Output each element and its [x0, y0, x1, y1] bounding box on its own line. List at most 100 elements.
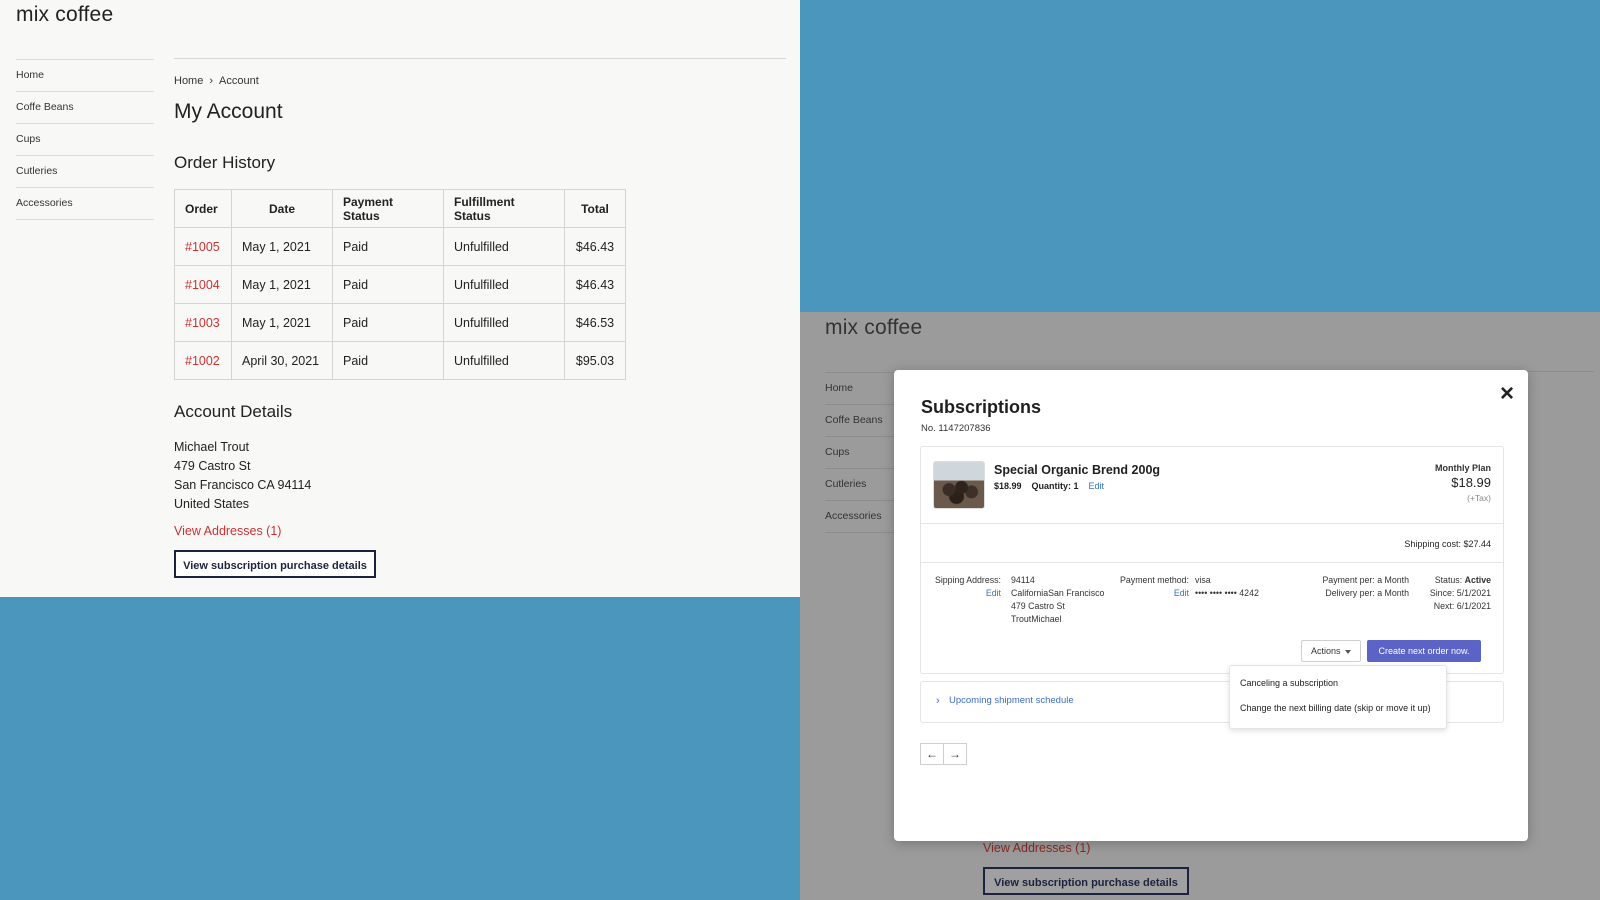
next-arrow-icon[interactable]: →: [943, 743, 967, 765]
shipping-address-label: Sipping Address:: [934, 575, 1001, 585]
shipping-recipient: TroutMichael: [1011, 614, 1062, 624]
brand-logo: mix coffee: [825, 316, 923, 339]
order-total: $95.03: [564, 341, 626, 380]
pagination: ← →: [920, 743, 968, 765]
account-country: United States: [174, 497, 250, 511]
breadcrumb: Home › Account: [174, 75, 259, 87]
header-divider: [174, 58, 786, 59]
payment-brand: visa: [1195, 575, 1211, 585]
table-header-row: Order Date Payment Status Fulfillment St…: [174, 189, 626, 228]
order-history-title: Order History: [174, 153, 276, 172]
table-row: #1005 May 1, 2021 Paid Unfulfilled $46.4…: [174, 227, 626, 266]
column-header-order: Order: [174, 189, 232, 228]
payment-status: Paid: [332, 265, 444, 304]
view-subscription-button[interactable]: View subscription purchase details: [174, 550, 376, 578]
product-meta: $18.99 Quantity: 1 Edit: [994, 481, 1104, 491]
status-block: Status: Active Since: 5/1/2021 Next: 6/1…: [1430, 574, 1491, 613]
product-price: $18.99: [994, 481, 1022, 491]
order-total: $46.43: [564, 265, 626, 304]
product-quantity: Quantity: 1: [1031, 481, 1079, 491]
order-link[interactable]: #1003: [185, 316, 220, 330]
status-next: Next: 6/1/2021: [1433, 601, 1491, 611]
close-icon[interactable]: ×: [1500, 380, 1514, 408]
payment-status: Paid: [332, 303, 444, 342]
table-row: #1003 May 1, 2021 Paid Unfulfilled $46.5…: [174, 303, 626, 342]
edit-payment-method-link[interactable]: Edit: [1174, 587, 1189, 600]
nav-item-accessories[interactable]: Accessories: [16, 188, 154, 220]
menu-item-change-billing-date[interactable]: Change the next billing date (skip or mo…: [1240, 703, 1431, 713]
account-details-title: Account Details: [174, 402, 293, 421]
actions-label: Actions: [1311, 646, 1341, 656]
subscription-number: No. 1147207836: [921, 423, 991, 434]
breadcrumb-home[interactable]: Home: [174, 75, 203, 87]
nav-item-cutleries[interactable]: Cutleries: [16, 156, 154, 188]
view-addresses-link: View Addresses (1): [983, 841, 1091, 855]
status-since: Since: 5/1/2021: [1429, 588, 1491, 598]
card-divider: [921, 523, 1503, 524]
shipping-street: 479 Castro St: [1011, 601, 1065, 611]
side-nav: Home Coffe Beans Cups Cutleries Accessor…: [16, 59, 154, 220]
status-label: Status:: [1434, 575, 1463, 585]
column-header-total: Total: [564, 189, 626, 228]
plan-label: Monthly Plan: [1435, 463, 1491, 473]
order-total: $46.53: [564, 303, 626, 342]
modal-title: Subscriptions: [921, 397, 1042, 417]
view-subscription-button: View subscription purchase details: [983, 867, 1189, 895]
table-row: #1004 May 1, 2021 Paid Unfulfilled $46.4…: [174, 265, 626, 304]
account-page: mix coffee Home Coffe Beans Cups Cutleri…: [0, 0, 800, 597]
fulfillment-status: Unfulfilled: [443, 341, 565, 380]
shipping-zip: 94114: [1011, 575, 1035, 585]
payment-status: Paid: [332, 227, 444, 266]
chevron-right-icon[interactable]: ›: [936, 695, 940, 707]
actions-dropdown-button[interactable]: Actions: [1301, 640, 1361, 662]
order-link[interactable]: #1005: [185, 240, 220, 254]
column-header-payment-status: Payment Status: [332, 189, 444, 228]
fulfillment-status: Unfulfilled: [443, 303, 565, 342]
shipping-address-block: Sipping Address: Edit 94114 CaliforniaSa…: [921, 574, 1121, 634]
account-name: Michael Trout: [174, 440, 250, 454]
fulfillment-status: Unfulfilled: [443, 227, 565, 266]
create-next-order-button[interactable]: Create next order now.: [1367, 640, 1481, 662]
breadcrumb-separator: ›: [209, 75, 214, 87]
payment-method-label: Payment method:: [1120, 575, 1189, 585]
status-badge: Active: [1464, 575, 1491, 585]
nav-item-coffee-beans[interactable]: Coffe Beans: [16, 92, 154, 124]
order-link[interactable]: #1002: [185, 354, 220, 368]
card-divider: [921, 562, 1503, 563]
plan-tax-note: (+Tax): [1467, 493, 1491, 503]
order-total: $46.43: [564, 227, 626, 266]
order-date: April 30, 2021: [231, 341, 333, 380]
menu-item-cancel-subscription[interactable]: Canceling a subscription: [1240, 678, 1338, 688]
breadcrumb-current: Account: [219, 75, 259, 87]
subscriptions-modal: × Subscriptions No. 1147207836 Special O…: [894, 370, 1528, 841]
table-row: #1002 April 30, 2021 Paid Unfulfilled $9…: [174, 341, 626, 380]
delivery-frequency: Delivery per: a Month: [1325, 588, 1409, 598]
plan-price: $18.99: [1451, 475, 1491, 490]
order-date: May 1, 2021: [231, 227, 333, 266]
column-header-fulfillment-status: Fulfillment Status: [443, 189, 565, 228]
order-link[interactable]: #1004: [185, 278, 220, 292]
view-addresses-link[interactable]: View Addresses (1): [174, 524, 281, 538]
chevron-down-icon: [1345, 650, 1351, 654]
frequency-block: Payment per: a Month Delivery per: a Mon…: [1322, 574, 1409, 600]
edit-shipping-address-link[interactable]: Edit: [986, 587, 1001, 600]
brand-logo[interactable]: mix coffee: [16, 3, 113, 27]
order-history-table: Order Date Payment Status Fulfillment St…: [174, 189, 626, 380]
upcoming-shipment-toggle[interactable]: Upcoming shipment schedule: [949, 695, 1074, 706]
page-title: My Account: [174, 100, 283, 123]
payment-status: Paid: [332, 341, 444, 380]
edit-product-link[interactable]: Edit: [1089, 481, 1105, 491]
account-city: San Francisco CA 94114: [174, 478, 312, 492]
nav-item-cups[interactable]: Cups: [16, 124, 154, 156]
shipping-cost: Shipping cost: $27.44: [1404, 539, 1491, 549]
payment-frequency: Payment per: a Month: [1322, 575, 1409, 585]
actions-menu: Canceling a subscription Change the next…: [1229, 665, 1447, 729]
account-address: Michael Trout 479 Castro St San Francisc…: [174, 438, 311, 514]
order-date: May 1, 2021: [231, 303, 333, 342]
order-date: May 1, 2021: [231, 265, 333, 304]
prev-arrow-icon[interactable]: ←: [920, 743, 944, 765]
product-thumbnail-icon: [933, 461, 985, 509]
product-name: Special Organic Brend 200g: [994, 463, 1161, 477]
nav-item-home[interactable]: Home: [16, 60, 154, 92]
fulfillment-status: Unfulfilled: [443, 265, 565, 304]
